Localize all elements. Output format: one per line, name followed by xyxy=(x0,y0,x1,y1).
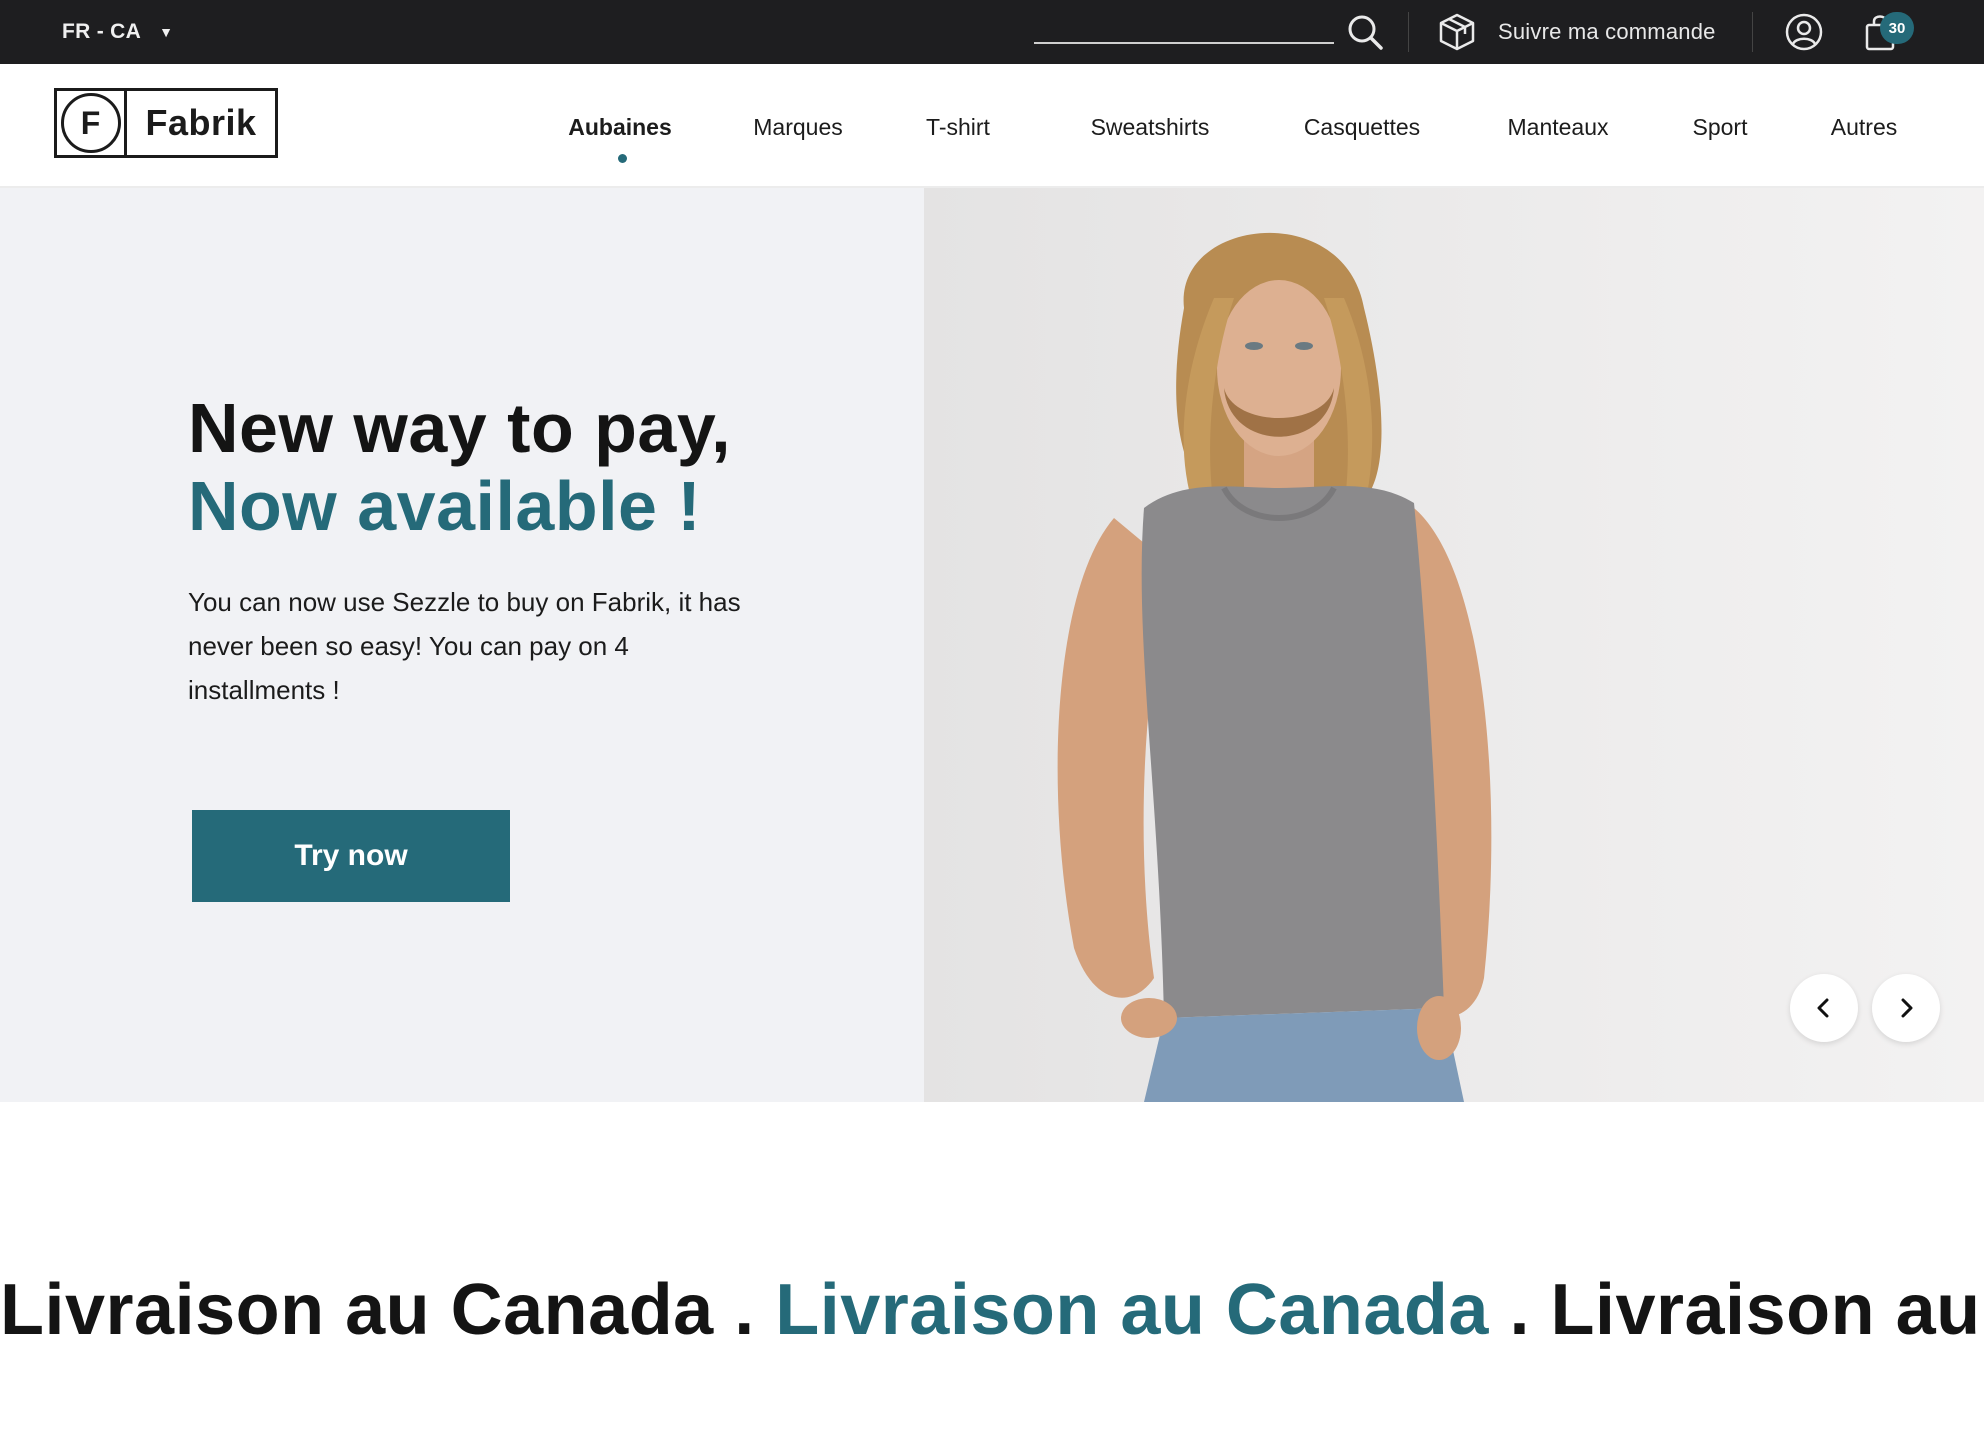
try-now-button[interactable]: Try now xyxy=(192,810,510,902)
marquee-item: Livraison au Canada xyxy=(0,1270,714,1350)
carousel-prev-button[interactable] xyxy=(1790,974,1858,1042)
package-icon xyxy=(1439,13,1475,51)
search-icon xyxy=(1348,15,1383,50)
marquee-separator: . xyxy=(1488,1270,1551,1350)
account-button[interactable] xyxy=(1782,0,1826,64)
main-header: F Fabrik Aubaines Marques T-shirt Sweats… xyxy=(0,64,1984,188)
hero-copy-panel: New way to pay, Now available ! You can … xyxy=(0,188,924,1102)
nav-item-marques[interactable]: Marques xyxy=(753,114,842,141)
hero-description: You can now use Sezzle to buy on Fabrik,… xyxy=(188,587,741,705)
top-utility-bar: FR - CA ▼ Suivre ma commande 30 xyxy=(0,0,1984,64)
model-illustration xyxy=(924,188,1984,1102)
nav-item-casquettes[interactable]: Casquettes xyxy=(1304,114,1420,141)
carousel-next-button[interactable] xyxy=(1872,974,1940,1042)
divider xyxy=(1408,12,1409,52)
nav-item-autres[interactable]: Autres xyxy=(1831,114,1897,141)
hero-model-photo xyxy=(924,188,1984,1102)
track-order-label: Suivre ma commande xyxy=(1498,19,1716,44)
shipping-marquee: Livraison au Canada . Livraison au Canad… xyxy=(0,1268,1984,1352)
marquee-item: Livraison au Canada xyxy=(1550,1270,1984,1350)
search-underline xyxy=(1034,42,1334,44)
locale-selector[interactable]: FR - CA ▼ xyxy=(62,0,173,64)
hero-title-line2: Now available ! xyxy=(188,467,702,545)
chevron-right-icon xyxy=(1901,998,1913,1018)
search-input[interactable] xyxy=(1034,14,1334,42)
cart-count-badge: 30 xyxy=(1880,12,1914,44)
marquee-item: Livraison au Canada xyxy=(775,1270,1489,1350)
user-circle-icon xyxy=(1785,13,1823,51)
track-order-link[interactable]: Suivre ma commande xyxy=(1436,0,1716,64)
nav-item-aubaines[interactable]: Aubaines xyxy=(568,114,672,141)
chevron-left-icon xyxy=(1817,998,1829,1018)
logo-letter: F xyxy=(60,93,121,153)
hero-title-line1: New way to pay, xyxy=(188,389,732,467)
nav-item-sport[interactable]: Sport xyxy=(1693,114,1748,141)
caret-down-icon: ▼ xyxy=(159,24,174,40)
nav-item-sweatshirts[interactable]: Sweatshirts xyxy=(1091,114,1210,141)
nav-item-manteaux[interactable]: Manteaux xyxy=(1507,114,1608,141)
divider xyxy=(1752,12,1753,52)
logo-text: Fabrik xyxy=(145,102,257,143)
hero-banner: New way to pay, Now available ! You can … xyxy=(0,188,1984,1102)
search-button[interactable] xyxy=(1342,0,1388,64)
locale-label: FR - CA xyxy=(62,20,142,43)
logo-mark: F xyxy=(57,90,127,156)
nav-item-t-shirt[interactable]: T-shirt xyxy=(926,114,990,141)
marquee-separator: . xyxy=(713,1270,776,1350)
fabrik-logo[interactable]: F Fabrik xyxy=(54,88,278,158)
active-nav-indicator xyxy=(618,154,627,163)
